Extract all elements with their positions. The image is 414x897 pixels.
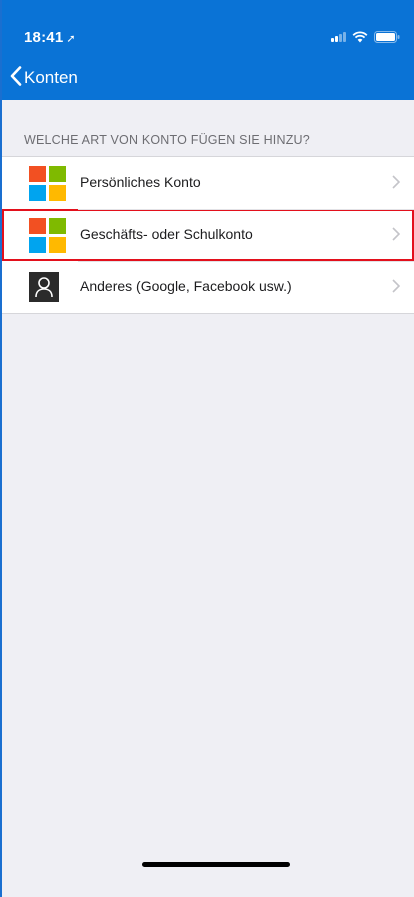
- app-screen: 18:41 ➚ Konten WELCHE ART VON KONTO FÜGE…: [0, 0, 414, 897]
- other-account-label: Anderes (Google, Facebook usw.): [80, 278, 292, 294]
- battery-icon: [374, 31, 400, 43]
- personal-account-label: Persönliches Konto: [80, 174, 201, 190]
- microsoft-logo-icon: [29, 166, 67, 202]
- status-icons: [331, 30, 400, 44]
- wifi-icon: [352, 31, 368, 43]
- back-button[interactable]: Konten: [10, 64, 78, 92]
- work-school-account-label: Geschäfts- oder Schulkonto: [80, 226, 253, 242]
- chevron-left-icon: [10, 65, 22, 91]
- status-time-text: 18:41: [24, 29, 64, 46]
- status-bar: 18:41 ➚: [2, 0, 414, 52]
- chevron-right-icon: [392, 227, 401, 246]
- chevron-right-icon: [392, 279, 401, 298]
- signal-bars-icon: [331, 32, 346, 42]
- account-type-list: Persönliches Konto Geschäfts- oder Schul…: [2, 156, 414, 314]
- location-arrow-icon: ➚: [66, 33, 76, 45]
- status-time: 18:41 ➚: [24, 29, 76, 46]
- home-indicator[interactable]: [142, 862, 290, 867]
- top-bar: 18:41 ➚ Konten: [2, 0, 414, 100]
- section-header: WELCHE ART VON KONTO FÜGEN SIE HINZU?: [24, 133, 310, 147]
- chevron-right-icon: [392, 175, 401, 194]
- work-school-account-row[interactable]: Geschäfts- oder Schulkonto: [2, 209, 414, 261]
- personal-account-row[interactable]: Persönliches Konto: [2, 157, 414, 209]
- nav-bar: Konten: [2, 60, 414, 96]
- person-icon: [29, 270, 67, 306]
- other-account-row[interactable]: Anderes (Google, Facebook usw.): [2, 261, 414, 313]
- back-label: Konten: [24, 68, 78, 87]
- microsoft-logo-icon: [29, 218, 67, 254]
